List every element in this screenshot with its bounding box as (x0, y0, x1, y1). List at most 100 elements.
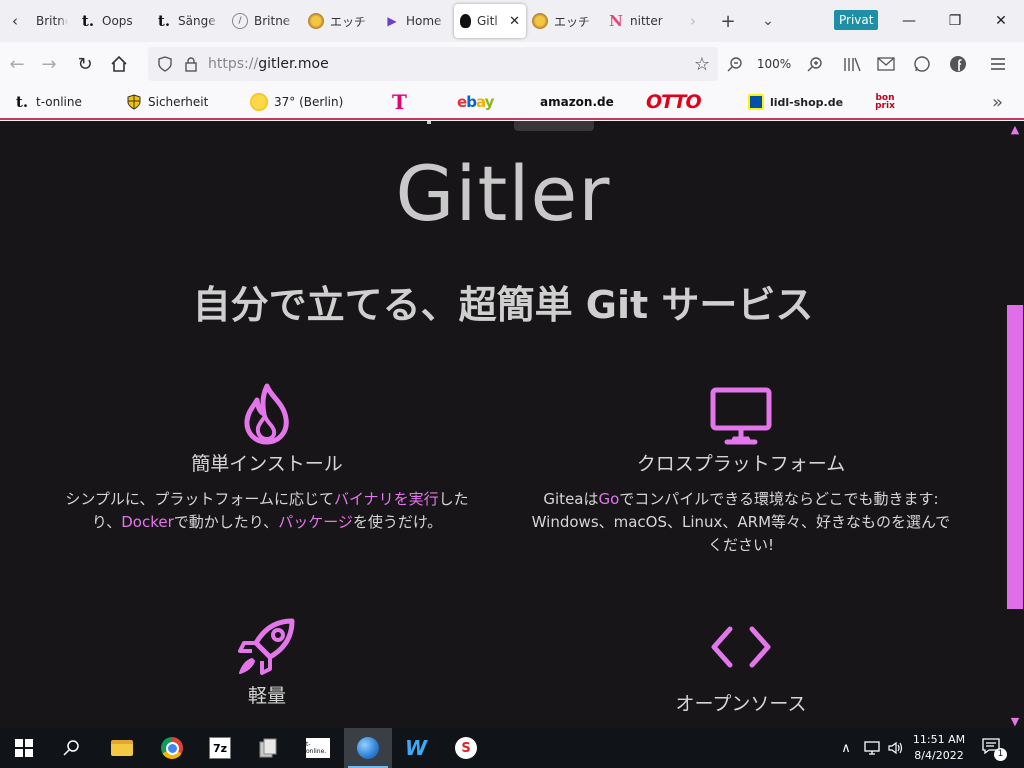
search-button[interactable] (48, 728, 96, 768)
tab[interactable]: t. Oops (74, 4, 150, 38)
feature-link[interactable]: バイナリを実行 (334, 490, 439, 508)
feature-open-source: オープンソース (526, 625, 956, 716)
bookmark-lidl[interactable]: lidl-shop.de (748, 86, 843, 118)
bookmarks-overflow-button[interactable]: » (992, 86, 1003, 118)
file-explorer-icon (111, 740, 133, 756)
feature-link[interactable]: パッケージ (278, 513, 353, 531)
play-icon: ▶ (387, 14, 397, 28)
feature-description: GiteaはGoでコンパイルできる環境ならどこでも動きます: Windows、m… (526, 488, 956, 557)
scroll-up-arrow-icon[interactable]: ▲ (1006, 123, 1024, 136)
feature-lightweight: 軽量 (52, 617, 482, 708)
zoom-in-icon[interactable] (804, 48, 826, 80)
bookmark-sicherheit[interactable]: Sicherheit (126, 86, 208, 118)
logo-image[interactable] (514, 121, 594, 131)
page-title: Gitler (395, 149, 611, 238)
system-clock[interactable]: 11:51 AM 8/4/2022 (908, 732, 970, 764)
feature-text: で動かしたり、 (173, 513, 279, 531)
nitter-icon: N (609, 12, 623, 30)
bonprix-icon: bon prix (875, 93, 895, 111)
bookmark-weather[interactable]: 37° (Berlin) (250, 86, 343, 118)
windows-taskbar: 7z t-online. W S ∧ 11:51 AM 8/4/2022 1 (0, 728, 1024, 768)
bookmark-ebay[interactable]: ebay (457, 86, 494, 118)
7zip-button[interactable]: 7z (196, 728, 244, 768)
feature-easy-install: 簡単インストール シンプルに、プラットフォームに応じてバイナリを実行したり、Do… (52, 383, 482, 534)
zoom-out-icon[interactable] (724, 48, 746, 80)
feature-link[interactable]: Go (598, 490, 619, 508)
tab-title: Britne (36, 14, 68, 28)
zoom-level[interactable]: 100% (757, 57, 791, 71)
tab-active[interactable]: Gitl ✕ (454, 4, 526, 38)
bookmark-amazon[interactable]: amazon.de (540, 86, 614, 118)
weather-sun-icon (250, 93, 268, 111)
close-tab-icon[interactable]: ✕ (509, 14, 520, 29)
volume-icon[interactable] (884, 728, 908, 768)
tab[interactable]: Nnitter (602, 4, 678, 38)
bookmark-bonprix[interactable]: bon prix (872, 86, 898, 118)
tab[interactable]: エッチ (302, 4, 378, 38)
windows-logo-icon (15, 739, 33, 757)
files-icon (259, 738, 277, 758)
bookmarks-toolbar: t. t-online Sicherheit 37° (Berlin) T eb… (0, 86, 1024, 120)
ww-app-button[interactable]: W (392, 728, 440, 768)
otto-icon: OTTO (646, 91, 702, 113)
file-explorer-button[interactable] (98, 728, 146, 768)
tab-scroll-right-icon[interactable]: › (678, 0, 708, 42)
feature-cross-platform: クロスプラットフォーム GiteaはGoでコンパイルできる環境ならどこでも動きま… (526, 387, 956, 557)
bookmark-star-icon[interactable]: ☆ (694, 54, 710, 75)
tab[interactable]: / Britne (226, 4, 302, 38)
page-scrollbar[interactable]: ▲ ▼ (1006, 121, 1024, 728)
tab[interactable]: t. Sänge (150, 4, 226, 38)
t-online-icon: t. (157, 12, 171, 30)
facebook-icon[interactable] (946, 48, 970, 80)
bookmark-t-online[interactable]: t. t-online (14, 86, 82, 118)
home-icon (111, 55, 127, 72)
tab[interactable]: ▶ Home (378, 4, 454, 38)
forward-button[interactable]: → (32, 48, 66, 80)
web-page: Gitler 自分で立てる、超簡単 Git サービス 簡単インストール シンプル… (0, 121, 1006, 728)
bookmark-label: Sicherheit (148, 95, 209, 109)
chrome-icon (161, 737, 183, 759)
tab-title: エッチ (330, 14, 367, 29)
bookmark-telekom[interactable]: T (392, 86, 407, 118)
home-button[interactable] (102, 48, 136, 80)
mail-icon[interactable] (874, 48, 898, 80)
restore-button[interactable]: ❐ (932, 0, 978, 42)
hamburger-menu-icon[interactable] (986, 48, 1010, 80)
chrome-button[interactable] (148, 728, 196, 768)
tab-title: Home (406, 14, 442, 28)
new-tab-button[interactable]: + (708, 0, 748, 42)
reload-button[interactable]: ↻ (68, 48, 102, 80)
tab-scroll-left-icon[interactable]: ‹ (0, 0, 30, 42)
amazon-icon: amazon.de (540, 95, 614, 109)
library-icon[interactable] (840, 48, 864, 80)
browser-taskbar-button[interactable] (344, 728, 392, 768)
tracking-shield-icon[interactable] (156, 55, 174, 73)
feature-link[interactable]: Docker (121, 513, 174, 531)
url-bar[interactable]: https://gitler.moe ☆ (148, 47, 718, 81)
flame-icon (244, 383, 289, 445)
t-online-icon: t. (81, 12, 95, 30)
tab[interactable]: Britne (30, 4, 74, 38)
tray-overflow-chevron-icon[interactable]: ∧ (836, 728, 856, 768)
files-button[interactable] (244, 728, 292, 768)
url-text[interactable]: https://gitler.moe (208, 56, 329, 72)
whatsapp-icon[interactable] (910, 48, 934, 80)
t-online-app-button[interactable]: t-online. (294, 728, 342, 768)
bookmark-label: lidl-shop.de (770, 95, 844, 109)
7zip-icon: 7z (209, 737, 231, 759)
scrollbar-thumb[interactable] (1007, 305, 1023, 609)
action-center-button[interactable]: 1 (982, 738, 1007, 761)
scroll-down-arrow-icon[interactable]: ▼ (1006, 715, 1024, 728)
anime-icon (532, 13, 548, 29)
network-icon[interactable] (860, 728, 884, 768)
tab[interactable]: エッチ (526, 4, 602, 38)
s-app-button[interactable]: S (442, 728, 490, 768)
lock-icon[interactable] (182, 55, 200, 73)
bookmark-otto[interactable]: OTTO (646, 86, 702, 118)
close-window-button[interactable]: ✕ (978, 0, 1024, 42)
circle-icon: / (232, 13, 248, 29)
back-button[interactable]: ← (0, 48, 34, 80)
tab-list-button[interactable]: ⌄ (748, 0, 788, 42)
start-button[interactable] (0, 728, 48, 768)
minimize-button[interactable]: — (886, 0, 932, 42)
